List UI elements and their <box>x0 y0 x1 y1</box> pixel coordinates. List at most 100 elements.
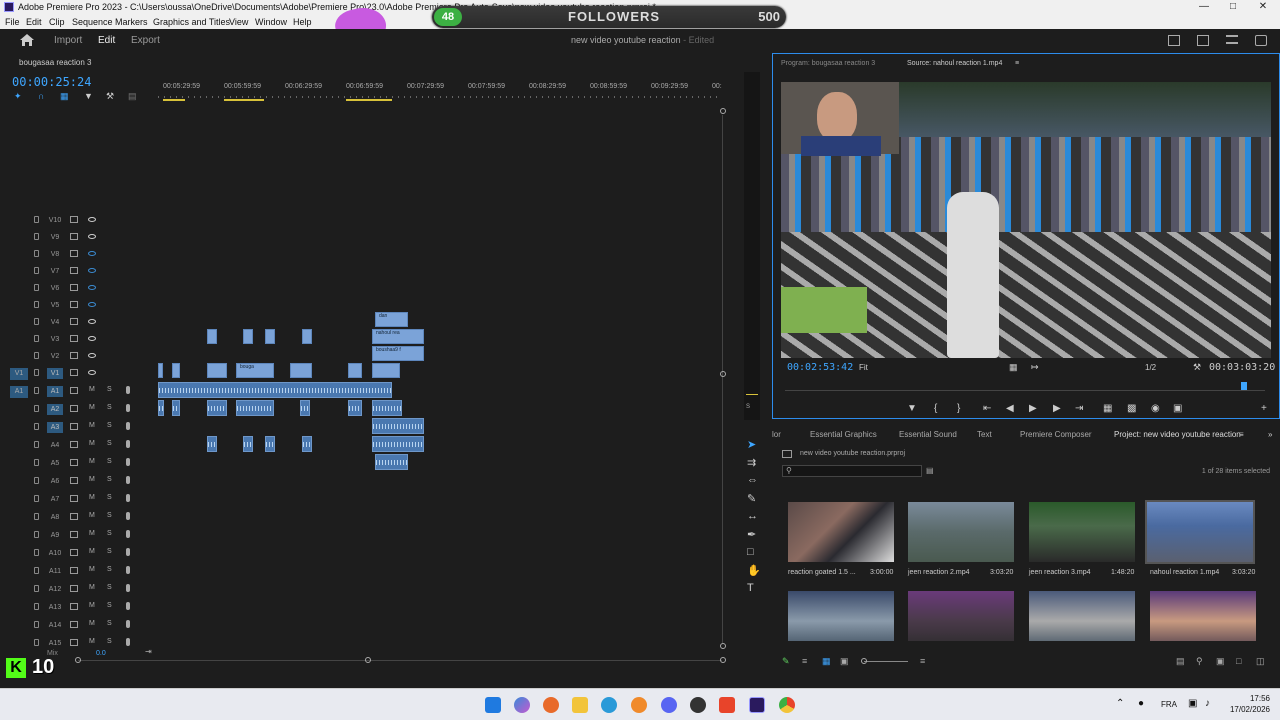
audio-clip[interactable] <box>158 382 392 398</box>
lock-icon[interactable] <box>34 405 39 412</box>
eye-hidden-icon[interactable] <box>88 268 96 273</box>
tab-essential-sound[interactable]: Essential Sound <box>899 430 957 439</box>
video-clip[interactable] <box>372 363 400 378</box>
lock-icon[interactable] <box>34 513 39 520</box>
video-clip[interactable] <box>290 363 312 378</box>
scroll-handle[interactable] <box>720 371 726 377</box>
mark-in-icon[interactable]: { <box>934 403 937 414</box>
solo-label[interactable]: S <box>746 404 750 410</box>
track-name[interactable]: V6 <box>47 283 63 294</box>
freeform-view-icon[interactable]: ▣ <box>840 656 849 667</box>
track-name[interactable]: A6 <box>47 476 63 487</box>
mic-icon[interactable] <box>126 584 130 592</box>
sync-lock-icon[interactable] <box>70 250 78 257</box>
rectangle-tool-icon[interactable]: □ <box>747 546 754 558</box>
play-icon[interactable]: ▶ <box>1029 403 1037 414</box>
source-scrubber[interactable] <box>785 390 1265 391</box>
language-indicator[interactable]: FRA <box>1161 700 1177 709</box>
tab-text[interactable]: Text <box>977 430 992 439</box>
mic-icon[interactable] <box>126 404 130 412</box>
project-menu-icon[interactable]: ≡ <box>1239 430 1244 439</box>
automate-icon[interactable]: ▤ <box>1176 656 1185 667</box>
go-to-in-icon[interactable]: ⇤ <box>983 403 991 414</box>
project-item-thumbnail[interactable] <box>1029 591 1135 641</box>
audio-clip[interactable] <box>372 436 424 452</box>
sync-lock-icon[interactable] <box>70 621 78 628</box>
project-item-thumbnail[interactable] <box>788 591 894 641</box>
mute-button[interactable]: M <box>89 530 95 537</box>
video-clip[interactable]: dan <box>375 312 408 327</box>
sync-lock-icon[interactable] <box>70 233 78 240</box>
lock-icon[interactable] <box>34 352 39 359</box>
selection-tool-icon[interactable]: ➤ <box>747 438 756 451</box>
export-tab[interactable]: Export <box>131 35 160 46</box>
menu-window[interactable]: Window <box>255 17 287 27</box>
video-clip[interactable]: boushaa9 f <box>372 346 424 361</box>
audio-clip[interactable] <box>372 418 424 434</box>
zoom-handle-left[interactable] <box>75 657 81 663</box>
tab-premiere-composer[interactable]: Premiere Composer <box>1020 430 1092 439</box>
mute-button[interactable]: M <box>89 566 95 573</box>
razor-icon[interactable]: ✎ <box>747 492 756 505</box>
snap-icon[interactable]: ✦ <box>14 91 22 102</box>
trash-icon[interactable]: ◫ <box>1256 656 1265 667</box>
import-tab[interactable]: Import <box>54 35 82 46</box>
audio-clip[interactable] <box>375 454 408 470</box>
timeline-timecode[interactable]: 00:00:25:24 <box>12 75 91 89</box>
home-icon[interactable] <box>20 34 34 46</box>
solo-button[interactable]: S <box>107 602 112 609</box>
sync-lock-icon[interactable] <box>70 267 78 274</box>
panel-menu-icon[interactable]: ≡ <box>1015 60 1019 67</box>
lock-icon[interactable] <box>34 441 39 448</box>
export-frame-icon[interactable]: ◉ <box>1151 403 1160 414</box>
mic-icon[interactable] <box>126 440 130 448</box>
track-name[interactable]: V10 <box>47 215 63 226</box>
ripple-edit-icon[interactable]: ⇔ <box>747 474 758 486</box>
track-name[interactable]: A8 <box>47 512 63 523</box>
overwrite-icon[interactable]: ▩ <box>1127 403 1136 414</box>
project-item-thumbnail-selected[interactable] <box>1145 500 1255 564</box>
track-select-icon[interactable]: ⇉ <box>747 456 756 469</box>
menu-sequence[interactable]: Sequence <box>72 17 113 27</box>
tab-essential-graphics[interactable]: Essential Graphics <box>810 430 877 439</box>
mic-icon[interactable] <box>126 476 130 484</box>
lock-icon[interactable] <box>34 477 39 484</box>
button-editor-icon[interactable]: ▣ <box>1173 403 1182 414</box>
source-monitor-tab[interactable]: Source: nahoul reaction 1.mp4 <box>907 60 1002 67</box>
eye-icon[interactable] <box>88 370 96 375</box>
video-clip[interactable] <box>158 363 163 378</box>
lock-icon[interactable] <box>34 267 39 274</box>
eye-icon[interactable] <box>88 319 96 324</box>
mute-button[interactable]: M <box>89 548 95 555</box>
solo-button[interactable]: S <box>107 512 112 519</box>
eye-icon[interactable] <box>88 336 96 341</box>
insert-icon[interactable]: ▦ <box>60 91 69 102</box>
track-name[interactable]: V2 <box>47 351 63 362</box>
sync-lock-icon[interactable] <box>70 585 78 592</box>
search-input[interactable]: ⚲ <box>782 465 922 477</box>
linked-selection-icon[interactable]: ∩ <box>38 91 44 101</box>
captions-icon[interactable]: ▤ <box>128 91 137 102</box>
track-name[interactable]: A1 <box>47 386 63 397</box>
lock-icon[interactable] <box>34 531 39 538</box>
lock-icon[interactable] <box>34 495 39 502</box>
solo-button[interactable]: S <box>107 620 112 627</box>
menu-file[interactable]: File <box>5 17 20 27</box>
track-name[interactable]: A5 <box>47 458 63 469</box>
audio-clip[interactable] <box>300 400 310 416</box>
audio-clip[interactable] <box>265 436 275 452</box>
zoom-handle-right[interactable] <box>365 657 371 663</box>
slip-tool-icon[interactable]: ↔ <box>747 510 758 522</box>
mix-value[interactable]: 0.0 <box>96 650 106 657</box>
lock-icon[interactable] <box>34 639 39 646</box>
list-view-icon[interactable]: ≡ <box>802 656 807 666</box>
mic-icon[interactable] <box>126 386 130 394</box>
menu-icon[interactable] <box>1226 35 1238 44</box>
chrome-icon[interactable] <box>779 697 795 713</box>
sync-lock-icon[interactable] <box>70 318 78 325</box>
mix-toggle-icon[interactable]: ⇥ <box>145 647 152 656</box>
lock-icon[interactable] <box>34 216 39 223</box>
lock-icon[interactable] <box>34 233 39 240</box>
solo-button[interactable]: S <box>107 638 112 645</box>
video-clip[interactable] <box>302 329 312 344</box>
